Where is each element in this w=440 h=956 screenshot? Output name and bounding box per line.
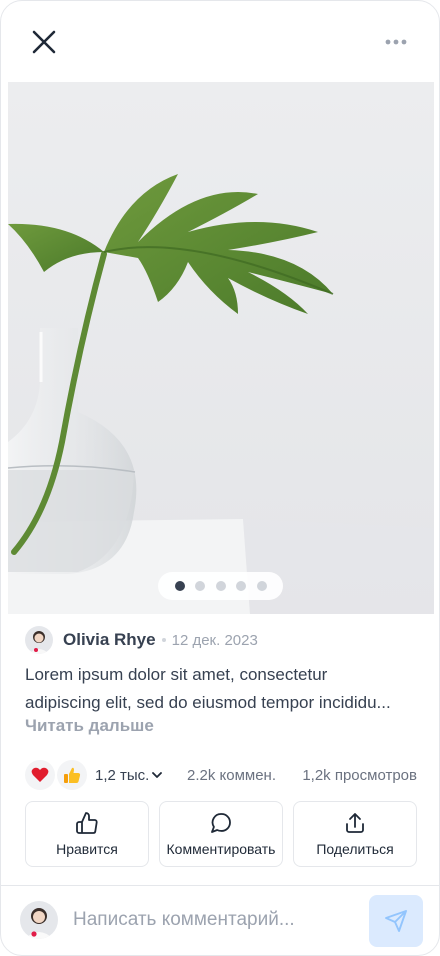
heart-reaction[interactable] — [25, 760, 55, 790]
close-button[interactable] — [27, 25, 61, 59]
thumbs-up-outline-icon — [76, 812, 98, 834]
caption-line-2: adipiscing elit, sed do eiusmod tempor i… — [25, 693, 391, 712]
send-button[interactable] — [369, 895, 423, 947]
share-label: Поделиться — [316, 841, 394, 857]
comment-input[interactable] — [73, 904, 353, 936]
separator-dot — [161, 638, 166, 642]
carousel-dot[interactable] — [195, 581, 205, 591]
thumbs-up-reaction[interactable] — [57, 760, 87, 790]
like-button[interactable]: Нравится — [25, 801, 149, 867]
post-date: 12 дек. 2023 — [171, 631, 258, 649]
author-row: Olivia Rhye 12 дек. 2023 — [25, 625, 258, 655]
share-button[interactable]: Поделиться — [293, 801, 417, 867]
comment-button[interactable]: Комментировать — [159, 801, 283, 867]
post-image-carousel[interactable] — [8, 82, 434, 614]
thumbs-up-icon — [64, 767, 81, 783]
read-more-link[interactable]: Читать дальше — [25, 716, 154, 736]
chevron-down-icon — [152, 771, 163, 778]
share-icon — [346, 813, 364, 833]
close-icon — [32, 30, 56, 54]
heart-icon — [31, 767, 49, 782]
post-image — [8, 82, 434, 614]
comments-count[interactable]: 2.2k коммен. — [187, 767, 276, 784]
reaction-count-dropdown[interactable]: 1,2 тыс. — [95, 766, 163, 784]
post-detail-screen: Olivia Rhye 12 дек. 2023 Lorem ipsum dol… — [0, 0, 440, 956]
top-bar — [1, 1, 439, 81]
like-label: Нравится — [56, 841, 118, 857]
comment-composer — [1, 886, 439, 955]
reactions-row: 1,2 тыс. 2.2k коммен. 1,2k просмотров — [25, 759, 421, 791]
carousel-dot[interactable] — [236, 581, 246, 591]
post-actions: Нравится Комментировать Поделиться — [25, 801, 417, 867]
author-avatar[interactable] — [25, 626, 53, 654]
send-icon — [385, 910, 407, 932]
author-name[interactable]: Olivia Rhye — [63, 630, 156, 650]
reaction-count: 1,2 тыс. — [95, 766, 150, 784]
post-caption: Lorem ipsum dolor sit amet, consectetur … — [25, 661, 425, 717]
more-options-button[interactable] — [379, 29, 413, 55]
carousel-dot[interactable] — [215, 581, 226, 591]
carousel-dot[interactable] — [256, 581, 267, 591]
message-circle-icon — [211, 813, 231, 833]
caption-line-1: Lorem ipsum dolor sit amet, consectetur — [25, 665, 328, 684]
more-horizontal-icon — [385, 39, 407, 45]
current-user-avatar[interactable] — [20, 901, 58, 939]
carousel-indicator — [158, 572, 283, 600]
views-count: 1,2k просмотров — [302, 766, 417, 784]
comment-label: Комментировать — [166, 841, 276, 857]
carousel-dot-active[interactable] — [174, 581, 185, 591]
